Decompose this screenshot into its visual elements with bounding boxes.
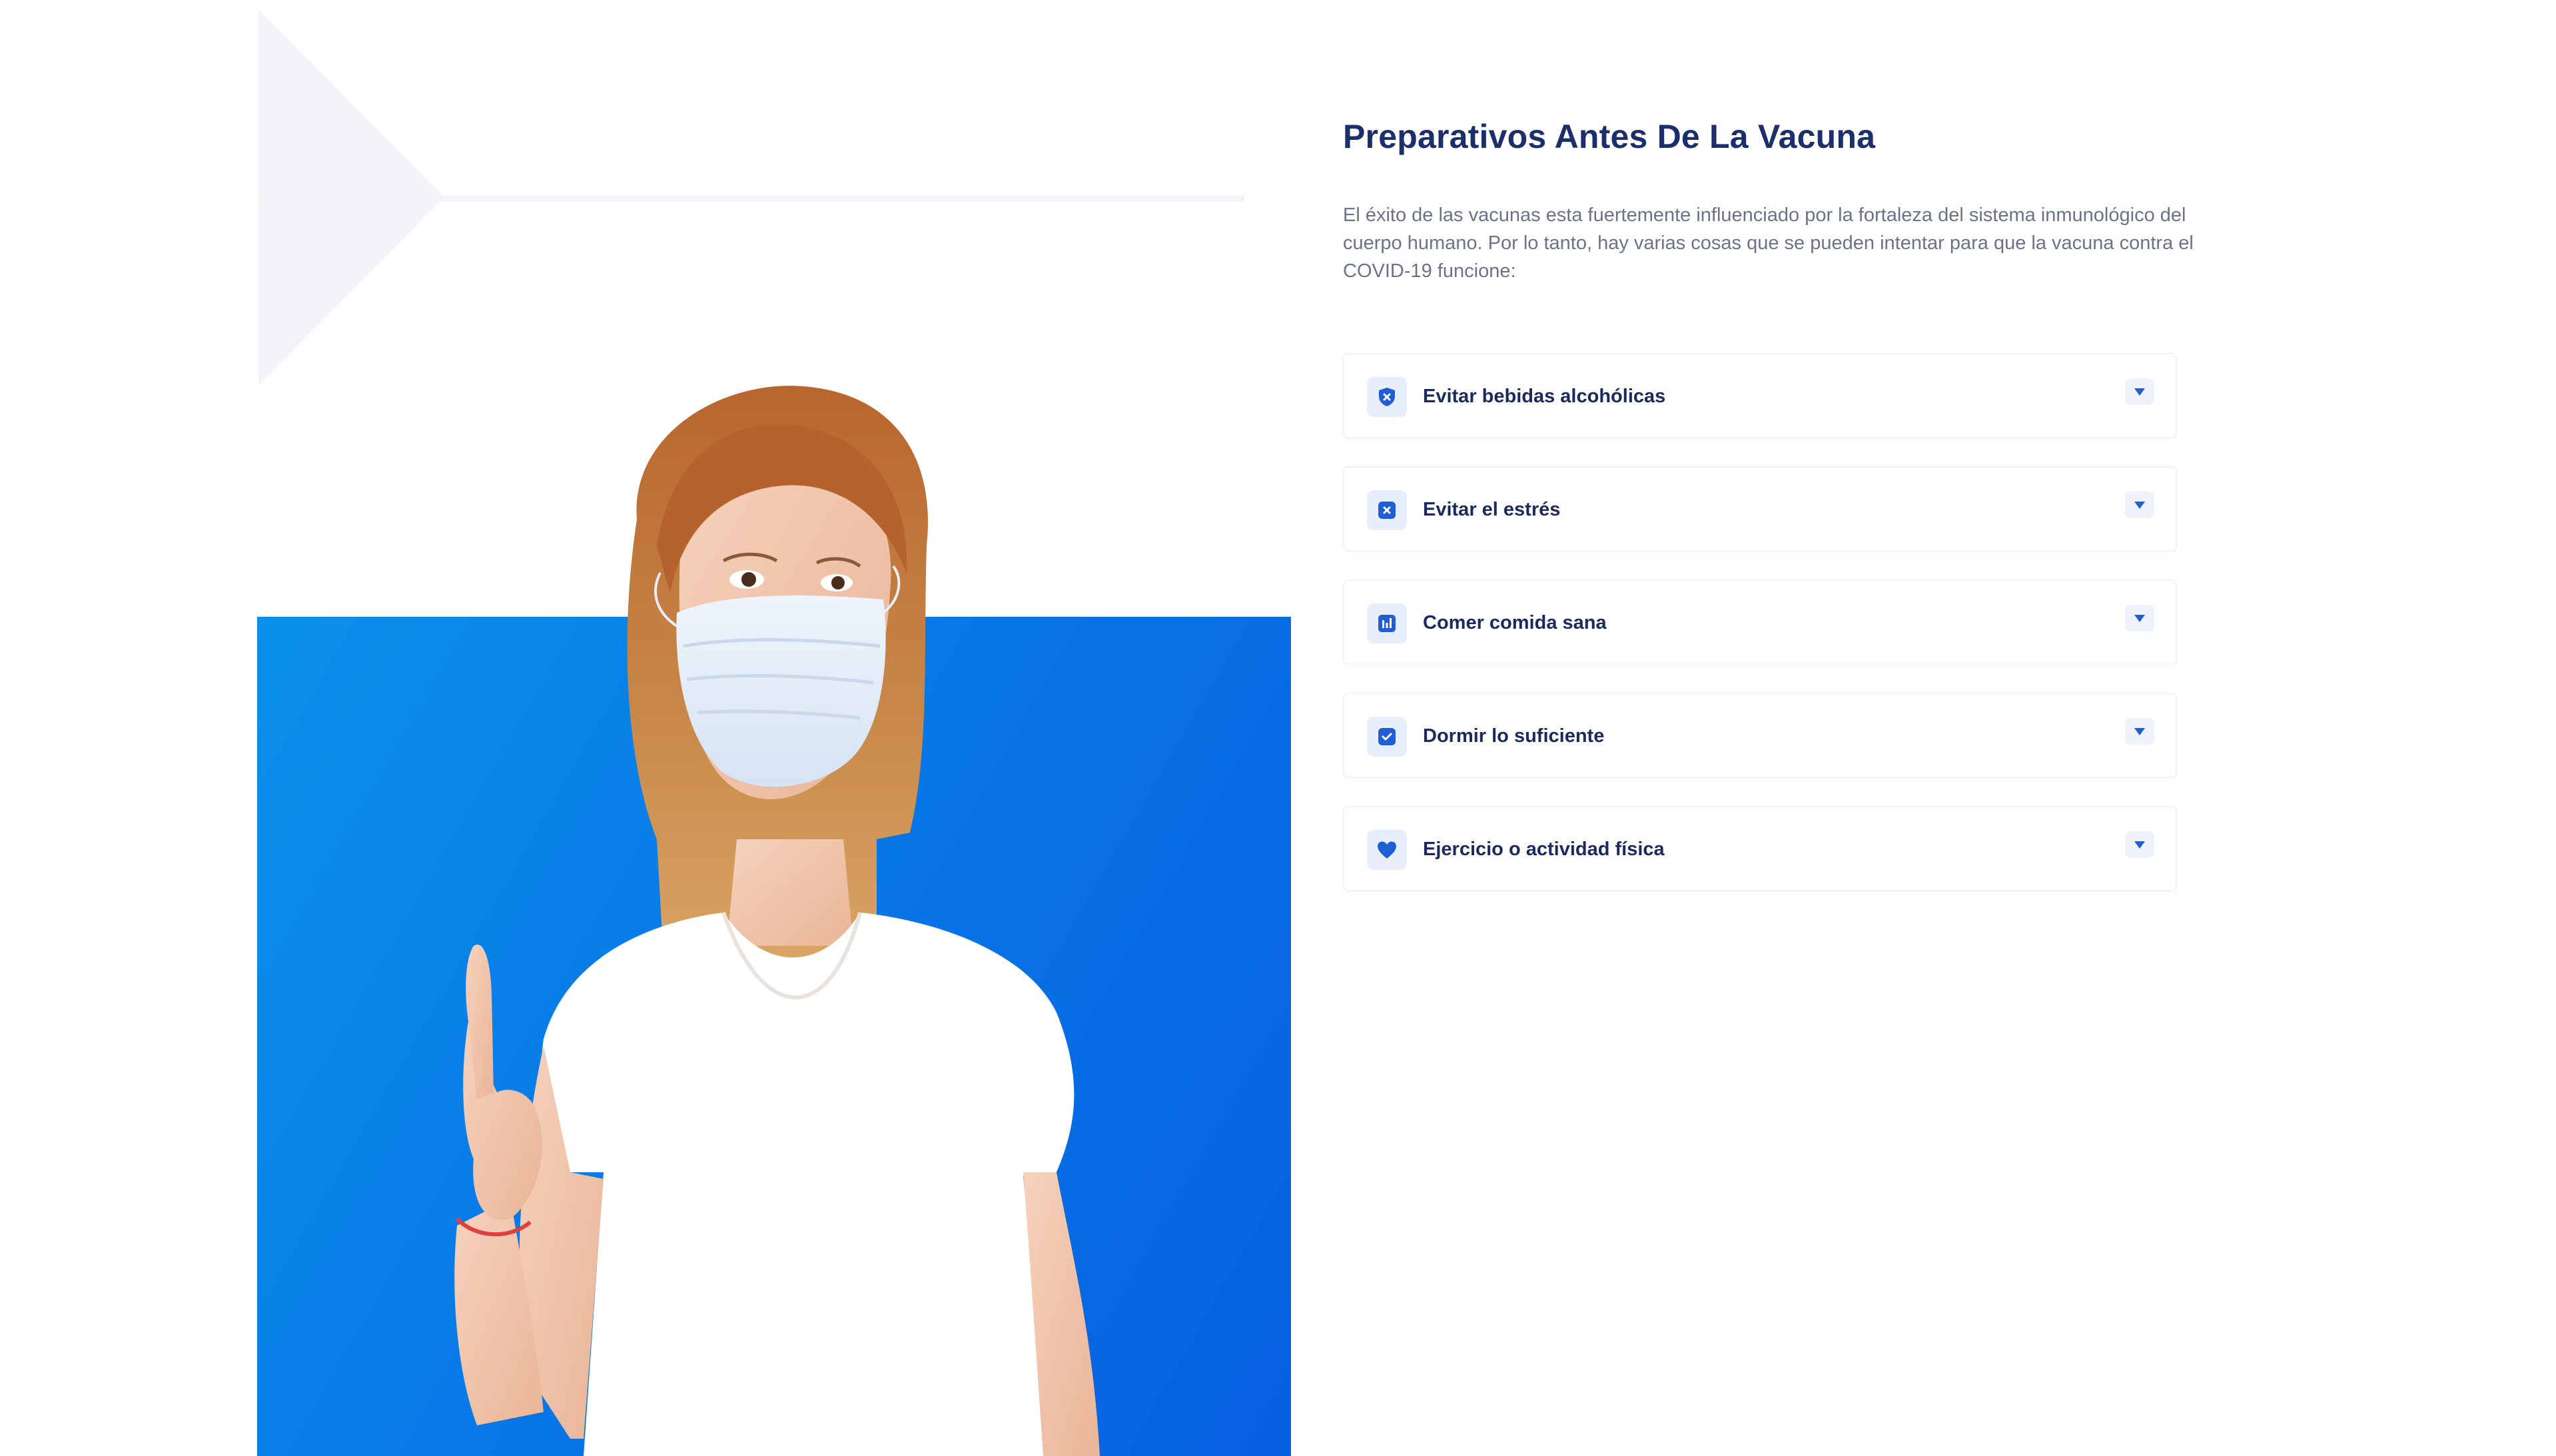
caret-down-icon[interactable] [2125,831,2154,858]
accordion-item-healthy-food[interactable]: Comer comida sana [1343,579,2177,665]
page: Preparativos Antes De La Vacuna El éxito… [0,0,2556,1456]
caret-down-icon[interactable] [2125,492,2154,518]
caret-down-icon[interactable] [2125,718,2154,745]
content-column: Preparativos Antes De La Vacuna El éxito… [1343,113,2262,285]
accordion-item-exercise[interactable]: Ejercicio o actividad física [1343,806,2177,891]
bar-chart-icon [1367,603,1407,643]
accordion: Evitar bebidas alcohólicas Evitar el est… [1343,353,2177,919]
accordion-item-label: Evitar el estrés [1423,499,1561,520]
decorative-line [258,195,1244,202]
x-square-icon [1367,490,1407,530]
caret-down-icon[interactable] [2125,378,2154,405]
section-title: Preparativos Antes De La Vacuna [1343,118,1876,155]
accordion-item-label: Evitar bebidas alcohólicas [1423,386,1666,407]
hero-image [257,373,1291,1456]
accordion-item-sleep[interactable]: Dormir lo suficiente [1343,693,2177,778]
accordion-item-label: Dormir lo suficiente [1423,725,1605,747]
check-square-icon [1367,717,1407,757]
heart-icon [1367,830,1407,870]
accordion-item-label: Ejercicio o actividad física [1423,839,1665,860]
accordion-item-alcohol[interactable]: Evitar bebidas alcohólicas [1343,353,2177,438]
accordion-item-label: Comer comida sana [1423,612,1607,633]
shield-x-icon [1367,377,1407,417]
section-intro: El éxito de las vacunas esta fuertemente… [1343,204,2194,282]
accordion-item-stress[interactable]: Evitar el estrés [1343,466,2177,551]
caret-down-icon[interactable] [2125,605,2154,631]
